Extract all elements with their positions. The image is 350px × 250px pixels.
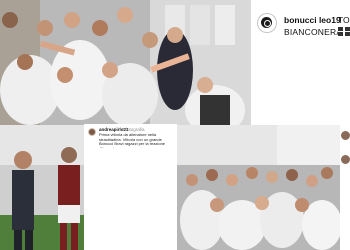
post-caption-start: TO	[338, 15, 350, 25]
instagram-post-header: bonucci leo19 TO BIANCONERA	[251, 0, 350, 125]
team-photo-illustration	[177, 125, 340, 250]
instagram-post-card: andreapirlo21 1 fotografia Prima vittori…	[84, 124, 177, 151]
post-caption-bianconera: BIANCONERA	[284, 27, 343, 37]
stadium-photo-bottom-left	[0, 125, 84, 250]
stadium-illustration	[0, 125, 84, 250]
commenter-avatar-2[interactable]	[340, 154, 350, 165]
post-username[interactable]: bonucci leo19	[284, 15, 341, 25]
blank-panel	[84, 148, 177, 250]
italy-flag-icon	[338, 27, 350, 36]
juventus-logo-icon	[261, 17, 272, 28]
author-avatar[interactable]	[88, 128, 96, 136]
commenter-avatar-1[interactable]	[340, 130, 350, 141]
locker-room-celebration-photo-bottom	[177, 125, 340, 250]
locker-room-celebration-photo-top	[0, 0, 251, 125]
celebration-illustration	[0, 0, 251, 125]
profile-avatar[interactable]	[257, 13, 277, 33]
